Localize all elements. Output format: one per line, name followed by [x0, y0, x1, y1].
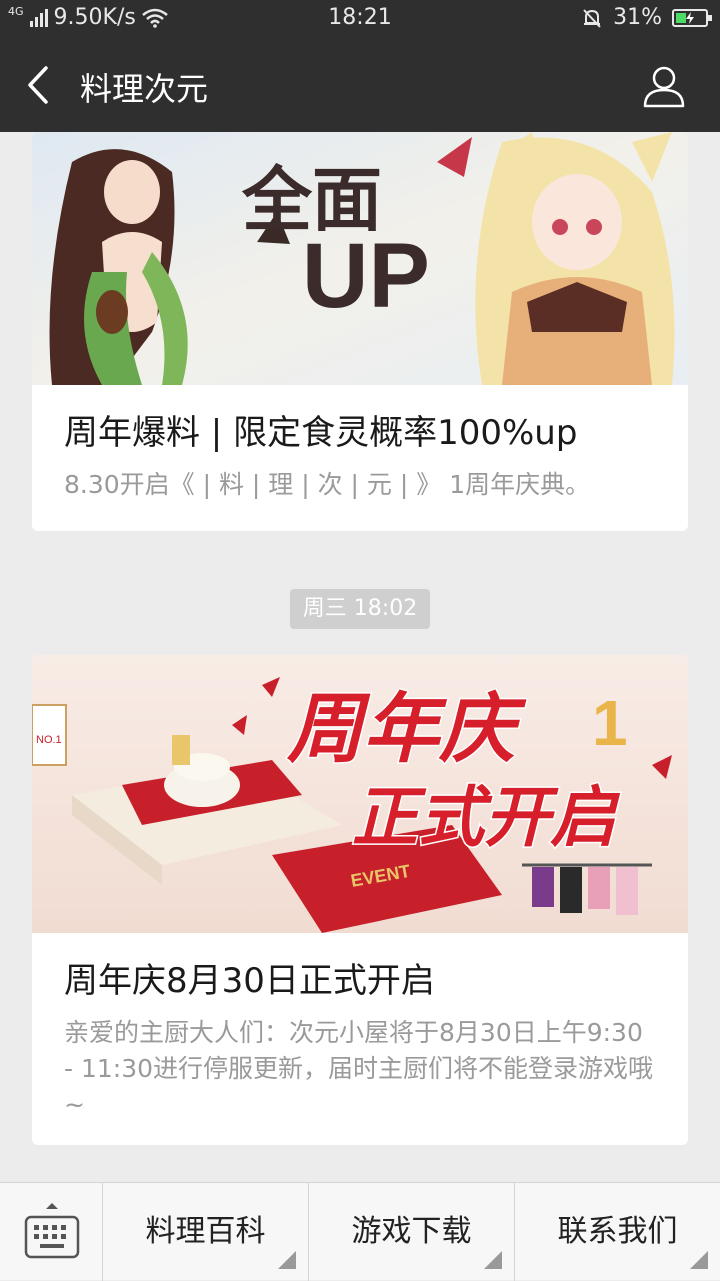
message-feed[interactable]: 全面 UP 周年爆料 | 限定食灵概率100%up 8.30开启《 | 料 | …: [0, 132, 720, 1182]
battery-percent: 31%: [613, 5, 662, 30]
menu-item-game-download[interactable]: 游戏下载: [309, 1183, 515, 1281]
submenu-indicator-icon: [484, 1251, 502, 1269]
message-timestamp: 周三 18:02: [290, 589, 430, 629]
banner-subheadline: 正式开启: [352, 780, 621, 854]
keyboard-icon: [24, 1203, 80, 1259]
back-arrow-icon[interactable]: [22, 62, 62, 108]
profile-icon[interactable]: [642, 64, 686, 108]
article-banner[interactable]: NO.1 EVENT 周年庆 正式开启 1: [32, 655, 688, 933]
title-bar: 料理次元: [0, 38, 720, 132]
sign-label: NO.1: [36, 734, 62, 746]
page-title: 料理次元: [80, 70, 209, 108]
banner-subheadline: UP: [302, 225, 430, 327]
menu-item-label: 料理百科: [145, 1214, 266, 1249]
article-card[interactable]: 全面 UP 周年爆料 | 限定食灵概率100%up 8.30开启《 | 料 | …: [32, 132, 688, 531]
menu-item-recipe-wiki[interactable]: 料理百科: [103, 1183, 309, 1281]
article-summary: 亲爱的主厨大人们：次元小屋将于8月30日上午9:30 - 11:30进行停服更新…: [64, 1018, 654, 1119]
mute-bell-icon: [583, 8, 601, 28]
menu-item-contact-us[interactable]: 联系我们: [515, 1183, 720, 1281]
article-card[interactable]: NO.1 EVENT 周年庆 正式开启 1 周年庆8月30日正式开启 亲爱的主厨…: [32, 655, 688, 1145]
cake-candle: [172, 735, 190, 765]
article-title[interactable]: 周年庆8月30日正式开启: [32, 933, 688, 1003]
keyboard-toggle-button[interactable]: [0, 1183, 103, 1281]
menu-item-label: 联系我们: [557, 1214, 678, 1249]
status-bar: 4G 9.50K/s 18:21 31%: [0, 0, 720, 38]
menu-item-label: 游戏下载: [351, 1214, 472, 1249]
article-title[interactable]: 周年爆料 | 限定食灵概率100%up: [32, 385, 688, 455]
banner-headline: 周年庆: [286, 687, 527, 772]
battery-icon: [672, 8, 712, 27]
article-summary: 8.30开启《 | 料 | 理 | 次 | 元 | 》 1周年庆典。: [64, 470, 591, 499]
banner-illustration: 全面 UP: [32, 132, 688, 385]
banner-number: 1: [592, 687, 628, 759]
banner-illustration: NO.1 EVENT 周年庆 正式开启 1: [32, 655, 688, 933]
submenu-indicator-icon: [278, 1251, 296, 1269]
submenu-indicator-icon: [690, 1251, 708, 1269]
bottom-menu-bar: 料理百科 游戏下载 联系我们: [0, 1182, 720, 1281]
article-banner[interactable]: 全面 UP: [32, 132, 688, 385]
